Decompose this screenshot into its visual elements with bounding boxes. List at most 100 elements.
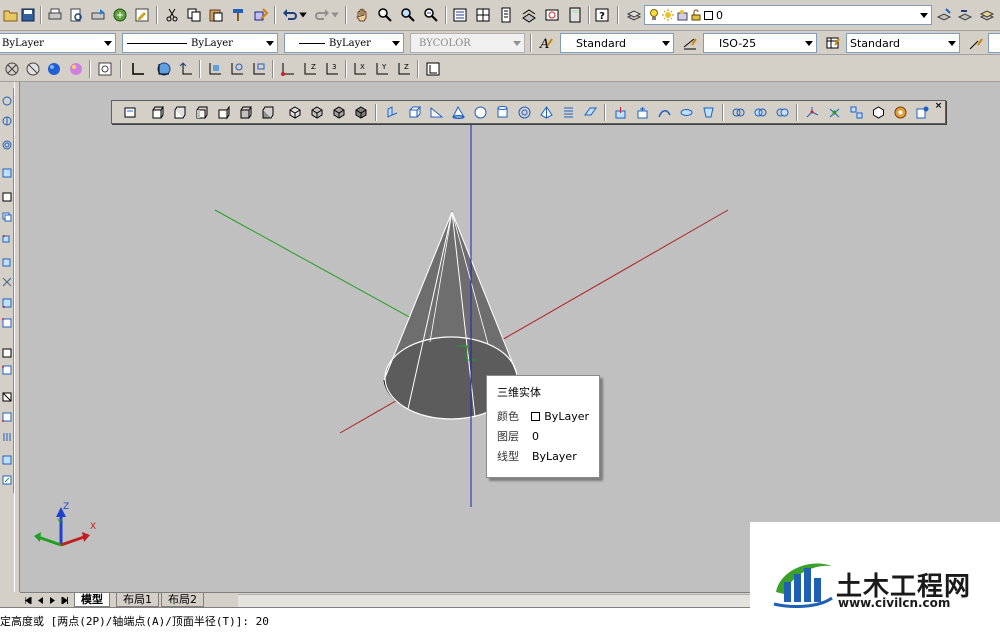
- revolve-icon[interactable]: [0, 138, 13, 151]
- wedge-icon[interactable]: [426, 103, 446, 122]
- print-preview-icon[interactable]: [66, 5, 86, 25]
- first-tab-icon[interactable]: [23, 595, 33, 606]
- box-icon[interactable]: [404, 103, 424, 122]
- imprint-icon[interactable]: [0, 410, 13, 423]
- materials-icon[interactable]: [912, 103, 932, 122]
- redo-dropdown-icon[interactable]: [330, 5, 340, 25]
- 3d-array-icon[interactable]: [868, 103, 888, 122]
- sweep-tool-icon[interactable]: [654, 103, 674, 122]
- 3d-dwf-icon[interactable]: [110, 5, 130, 25]
- next-tab-icon[interactable]: [47, 595, 57, 606]
- shell-icon[interactable]: [0, 430, 13, 443]
- plane-icon[interactable]: [0, 390, 13, 403]
- chevron-down-icon[interactable]: [917, 6, 931, 24]
- polysolid-icon[interactable]: [382, 103, 402, 122]
- extrude-tool-icon[interactable]: [610, 103, 630, 122]
- chevron-down-icon[interactable]: [659, 34, 673, 52]
- sheet-set-icon[interactable]: [519, 5, 539, 25]
- table-style-combo[interactable]: Standard: [846, 33, 960, 53]
- nw-iso-view-icon[interactable]: [351, 103, 371, 122]
- ucs-view-icon[interactable]: [249, 59, 269, 79]
- tab-model[interactable]: 模型: [74, 593, 110, 607]
- cut-icon[interactable]: [162, 5, 182, 25]
- union-tool-icon[interactable]: [728, 103, 748, 122]
- section-icon[interactable]: [0, 296, 13, 309]
- presspull-icon[interactable]: [632, 103, 652, 122]
- copy-icon[interactable]: [184, 5, 204, 25]
- tab-layout2[interactable]: 布局2: [161, 593, 204, 607]
- layer-combo[interactable]: 0: [644, 5, 932, 25]
- hidden-style-icon[interactable]: [23, 59, 43, 79]
- revolve-tool-icon[interactable]: [676, 103, 696, 122]
- redo-icon[interactable]: [312, 5, 332, 25]
- planar-surface-icon[interactable]: [580, 103, 600, 122]
- calculator-icon[interactable]: [565, 5, 585, 25]
- torus-icon[interactable]: [514, 103, 534, 122]
- thicken-icon[interactable]: [0, 453, 13, 466]
- bottom-view-icon[interactable]: [169, 103, 189, 122]
- box-edit-icon[interactable]: [0, 346, 13, 359]
- front-view-icon[interactable]: [235, 103, 255, 122]
- intersect-tool-icon[interactable]: [772, 103, 792, 122]
- model-space-viewport[interactable]: × 三维实体 颜色 ByLayer 图层 0 线型 ByLayer Z Y X: [20, 82, 1000, 592]
- help-icon[interactable]: ?: [592, 5, 612, 25]
- command-line[interactable]: 定高度或 [两点(2P)/轴端点(A)/顶面半径(T)]: 20: [0, 607, 750, 638]
- helix-icon[interactable]: [558, 103, 578, 122]
- chevron-down-icon[interactable]: [389, 34, 403, 52]
- undo-icon[interactable]: [280, 5, 300, 25]
- pan-icon[interactable]: [352, 5, 372, 25]
- 2d-wireframe-icon[interactable]: [2, 59, 22, 79]
- make-layer-current-icon[interactable]: [934, 5, 954, 25]
- ucs-z-axis-icon[interactable]: Z: [300, 59, 320, 79]
- chevron-down-icon[interactable]: [263, 34, 277, 52]
- back-view-icon[interactable]: [257, 103, 277, 122]
- linetype-combo[interactable]: ByLayer: [122, 33, 278, 53]
- sphere-icon[interactable]: [470, 103, 490, 122]
- layer-thaw-sun-icon[interactable]: [662, 9, 674, 21]
- realistic-style-icon[interactable]: [44, 59, 64, 79]
- convert-icon[interactable]: [0, 473, 13, 486]
- ucs-3point-icon[interactable]: 3: [322, 59, 342, 79]
- dimension-style-icon[interactable]: [680, 33, 700, 53]
- layer-on-bulb-icon[interactable]: [649, 9, 659, 21]
- extrude-icon[interactable]: [0, 114, 13, 127]
- paste-icon[interactable]: [206, 5, 226, 25]
- slice-icon[interactable]: [0, 275, 13, 288]
- undo-dropdown-icon[interactable]: [298, 5, 308, 25]
- chevron-down-icon[interactable]: [101, 34, 115, 52]
- tool-palettes-icon[interactable]: [496, 5, 516, 25]
- block-editor-icon[interactable]: [251, 5, 271, 25]
- multileader-style-combo[interactable]: [988, 33, 1000, 53]
- chevron-down-icon[interactable]: [945, 34, 959, 52]
- cone-icon[interactable]: [448, 103, 468, 122]
- publish-icon[interactable]: [88, 5, 108, 25]
- render-icon[interactable]: [890, 103, 910, 122]
- union-icon[interactable]: [0, 210, 13, 223]
- ucs-object-icon[interactable]: [227, 59, 247, 79]
- pyramid-icon[interactable]: [536, 103, 556, 122]
- last-tab-icon[interactable]: [59, 595, 69, 606]
- horizontal-scrollbar[interactable]: [238, 594, 750, 607]
- loft-icon[interactable]: [0, 190, 13, 203]
- fillet-edge-icon[interactable]: [0, 316, 13, 329]
- view-manager-icon[interactable]: [120, 103, 140, 122]
- intersect-icon[interactable]: [0, 255, 13, 268]
- table-style-icon[interactable]: [823, 33, 843, 53]
- design-center-icon[interactable]: [473, 5, 493, 25]
- ucs-face-icon[interactable]: [205, 59, 225, 79]
- ucs-world-icon[interactable]: [154, 59, 174, 79]
- loft-tool-icon[interactable]: [698, 103, 718, 122]
- dimension-style-combo[interactable]: ISO-25: [703, 33, 817, 53]
- ucs-origin-icon[interactable]: [278, 59, 298, 79]
- ucs-icon[interactable]: [128, 59, 148, 79]
- chevron-down-icon[interactable]: [802, 34, 816, 52]
- zoom-previous-icon[interactable]: [421, 5, 441, 25]
- 3d-move-icon[interactable]: [802, 103, 822, 122]
- ucs-previous-icon[interactable]: [176, 59, 196, 79]
- layer-states-icon[interactable]: [977, 5, 997, 25]
- right-view-icon[interactable]: [213, 103, 233, 122]
- markup-set-icon[interactable]: [542, 5, 562, 25]
- layer-previous-icon[interactable]: [955, 5, 975, 25]
- text-style-icon[interactable]: A: [536, 33, 556, 53]
- chamfer-edge-icon[interactable]: [0, 363, 13, 376]
